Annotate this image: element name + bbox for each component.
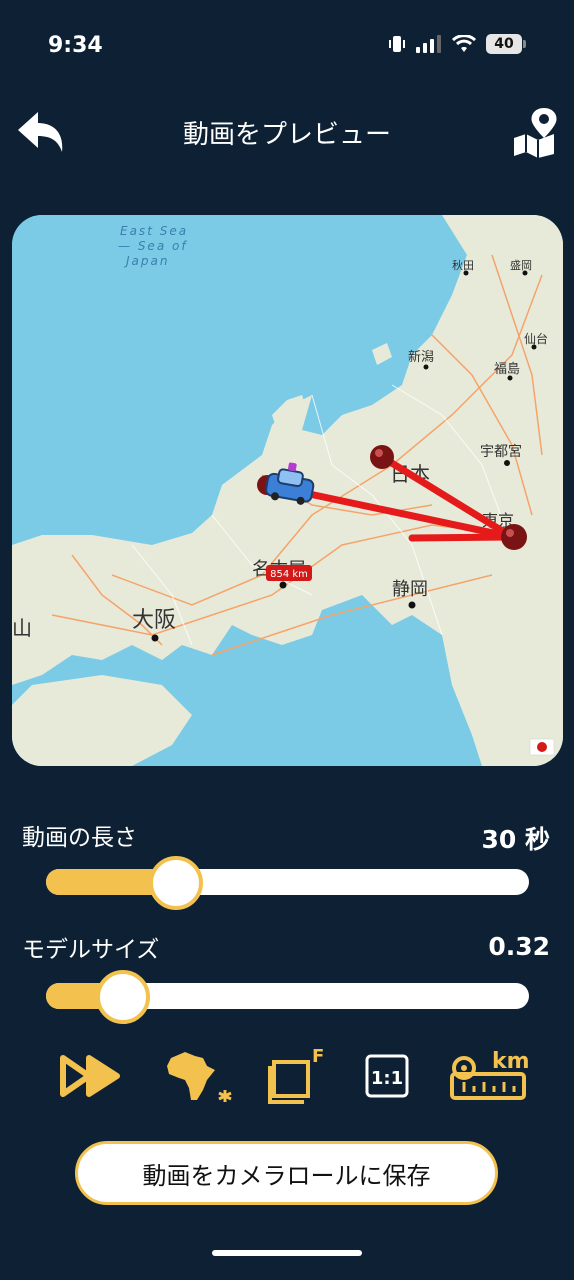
model-size-label: モデルサイズ xyxy=(22,937,160,963)
model-size-value: 0.32 xyxy=(488,932,550,961)
city-label-morioka: 盛岡 xyxy=(510,258,532,272)
sea-label-line2: — Sea of xyxy=(118,239,188,253)
cellular-signal-icon xyxy=(416,35,441,53)
sea-label-line3: Japan xyxy=(124,254,169,268)
city-label-osaka: 大阪 xyxy=(132,608,176,633)
page-title: 動画をプレビュー xyxy=(182,120,391,150)
japan-flag-icon xyxy=(529,738,555,756)
aspect-ratio-button[interactable]: 1:1 xyxy=(363,1045,411,1107)
status-bar: 9:34 40 xyxy=(0,0,574,90)
city-label-utsunomiya: 宇都宮 xyxy=(480,444,522,460)
vibrate-icon xyxy=(389,36,405,52)
save-to-camera-roll-button[interactable]: 動画をカメラロールに保存 xyxy=(75,1141,498,1205)
route-segment-3 xyxy=(408,533,516,542)
duration-slider[interactable] xyxy=(46,856,529,910)
distance-badge-text: 854 km xyxy=(270,569,308,580)
units-text: km xyxy=(492,1049,530,1074)
battery-cap xyxy=(523,40,526,48)
pin-start xyxy=(370,445,394,469)
tool-bar: F 1:1 km xyxy=(0,1045,574,1115)
aspect-ratio-text: 1:1 xyxy=(371,1068,403,1089)
frame-icon: F xyxy=(268,1046,324,1104)
status-time: 9:34 xyxy=(48,33,103,58)
city-label-fukushima: 福島 xyxy=(494,362,520,377)
frame-sup-text: F xyxy=(312,1046,324,1067)
map-pin-icon xyxy=(514,108,557,158)
battery-level: 40 xyxy=(486,34,522,54)
map-location-button[interactable] xyxy=(510,106,560,158)
africa-map-icon xyxy=(167,1052,232,1102)
duration-value: 30 秒 xyxy=(481,825,551,854)
fast-forward-icon xyxy=(60,1055,120,1097)
duration-slider-thumb[interactable] xyxy=(149,856,204,910)
map-preview[interactable]: East Sea — Sea of Japan 秋田 盛岡 仙台 新潟 福島 宇… xyxy=(12,215,563,766)
map-canvas: East Sea — Sea of Japan 秋田 盛岡 仙台 新潟 福島 宇… xyxy=(12,215,563,766)
sea-label-line1: East Sea xyxy=(120,224,188,238)
battery-indicator: 40 xyxy=(486,34,526,54)
units-button[interactable]: km xyxy=(446,1045,530,1107)
city-label-akita: 秋田 xyxy=(452,258,474,272)
region-button[interactable] xyxy=(160,1045,234,1107)
city-label-niigata: 新潟 xyxy=(408,349,434,365)
status-icons: 40 xyxy=(388,34,526,54)
wifi-icon xyxy=(452,35,476,52)
aspect-ratio-icon: 1:1 xyxy=(365,1054,409,1098)
ruler-icon: km xyxy=(450,1049,530,1100)
frame-button[interactable]: F xyxy=(266,1045,328,1107)
model-size-slider[interactable] xyxy=(46,970,529,1024)
city-label-sendai: 仙台 xyxy=(524,331,548,346)
city-label-shizuoka: 静岡 xyxy=(392,579,428,600)
pin-end xyxy=(501,524,527,550)
home-indicator xyxy=(212,1250,362,1256)
duration-label: 動画の長さ xyxy=(22,825,137,851)
model-size-slider-thumb[interactable] xyxy=(96,970,151,1024)
city-label-yama: 山 xyxy=(12,616,32,640)
nav-header: 動画をプレビュー xyxy=(0,98,574,168)
speed-button[interactable] xyxy=(58,1045,124,1107)
